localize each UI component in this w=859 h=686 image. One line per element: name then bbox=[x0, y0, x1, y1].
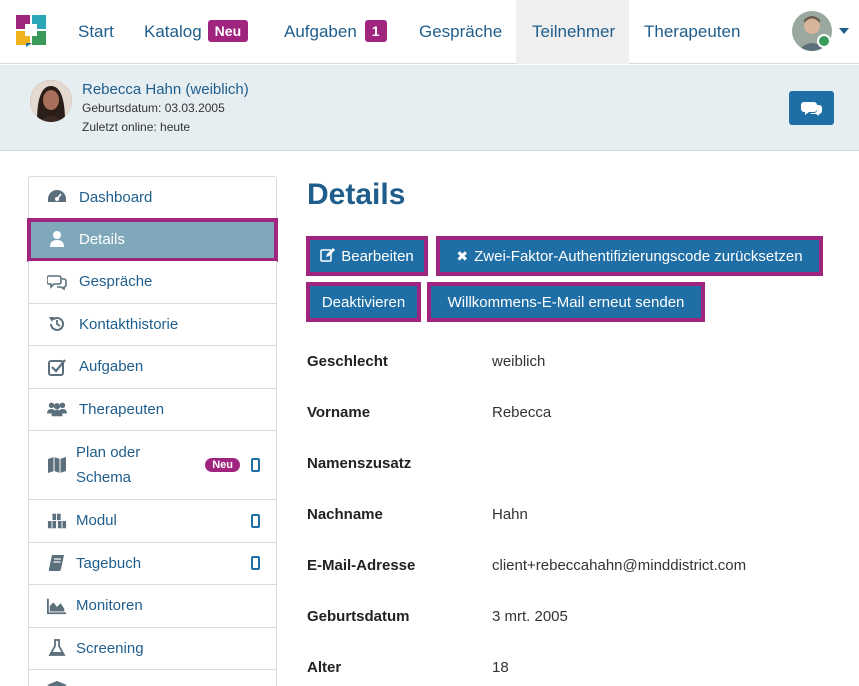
comments-icon bbox=[801, 102, 822, 116]
app-logo[interactable] bbox=[16, 15, 46, 47]
patient-header: Rebecca Hahn (weiblich) Geburtsdatum: 03… bbox=[0, 65, 859, 151]
field-label-geschlecht: Geschlecht bbox=[307, 353, 388, 370]
user-icon bbox=[47, 229, 67, 249]
sidebar-item-modul[interactable]: Modul bbox=[28, 500, 277, 543]
sidebar-item-details[interactable]: Details bbox=[27, 217, 278, 262]
nav-therapeuten-label: Therapeuten bbox=[644, 22, 741, 41]
dashboard-icon bbox=[47, 187, 67, 207]
field-label-geburtsdatum: Geburtsdatum bbox=[307, 608, 410, 625]
book-icon bbox=[47, 553, 67, 573]
patient-avatar bbox=[30, 80, 72, 122]
nav-teilnehmer[interactable]: Teilnehmer bbox=[516, 0, 629, 64]
sidebar-item-screening[interactable]: Screening bbox=[28, 627, 277, 670]
field-value-nachname: Hahn bbox=[492, 506, 528, 523]
chat-button[interactable] bbox=[789, 91, 834, 125]
sidebar-item-label: Monitoren bbox=[76, 597, 143, 615]
sidebar-item-label: Aufgaben bbox=[79, 358, 144, 376]
sidebar-item-plan-oder-schema[interactable]: Plan oder Schema Neu bbox=[28, 431, 277, 500]
sidebar-item-aufgaben[interactable]: Aufgaben bbox=[28, 346, 277, 389]
field-value-geburtsdatum: 3 mrt. 2005 bbox=[492, 608, 568, 625]
sidebar-item-label: Gespräche bbox=[79, 273, 153, 291]
edit-icon bbox=[320, 247, 336, 265]
page-title: Details bbox=[307, 178, 406, 211]
field-label-vorname: Vorname bbox=[307, 404, 371, 421]
patient-avatar-image bbox=[30, 80, 72, 122]
close-icon: ✖ bbox=[456, 247, 469, 264]
online-status-icon bbox=[817, 34, 831, 48]
resend-welcome-email-button[interactable]: Willkommens-E-Mail erneut senden bbox=[427, 282, 705, 322]
sidebar-item-label: Tagebuch bbox=[76, 554, 142, 572]
sidebar-item-label: Details bbox=[79, 230, 125, 248]
nav-start-label: Start bbox=[78, 22, 114, 41]
field-label-email: E-Mail-Adresse bbox=[307, 557, 416, 574]
aufgaben-count-badge: 1 bbox=[364, 20, 387, 42]
map-icon bbox=[47, 455, 67, 475]
field-label-namenszusatz: Namenszusatz bbox=[307, 455, 412, 472]
top-navigation: Start Katalog Neu Aufgaben 1 Gespräche Tei… bbox=[0, 0, 859, 64]
patient-last-online: Zuletzt online: heute bbox=[82, 120, 191, 134]
sidebar-item-label-line2: Schema bbox=[76, 469, 132, 486]
mobile-icon bbox=[251, 458, 260, 472]
nav-aufgaben[interactable]: Aufgaben 1 bbox=[284, 0, 387, 64]
nav-katalog[interactable]: Katalog Neu bbox=[144, 0, 249, 64]
sidebar-item-monitoren[interactable]: Monitoren bbox=[28, 585, 277, 628]
sidebar-item-dashboard[interactable]: Dashboard bbox=[28, 176, 277, 219]
resend-welcome-email-button-label: Willkommens-E-Mail erneut senden bbox=[447, 293, 685, 311]
users-icon bbox=[47, 399, 67, 419]
sidebar-item-therapeuten[interactable]: Therapeuten bbox=[28, 388, 277, 431]
nav-katalog-label: Katalog bbox=[144, 22, 202, 41]
sidebar-item-partial[interactable] bbox=[28, 670, 277, 686]
sidebar-item-label: Plan oder Schema bbox=[76, 440, 140, 490]
nav-gespraeche[interactable]: Gespräche bbox=[419, 0, 502, 64]
field-label-nachname: Nachname bbox=[307, 506, 383, 523]
nav-therapeuten[interactable]: Therapeuten bbox=[644, 0, 740, 64]
reset-2fa-button[interactable]: ✖ Zwei-Faktor-Authentifizierungscode zur… bbox=[436, 236, 823, 276]
edit-button[interactable]: Bearbeiten bbox=[306, 236, 428, 276]
sidebar-item-label: Kontakthistorie bbox=[79, 315, 179, 333]
history-icon bbox=[47, 314, 67, 334]
patient-name[interactable]: Rebecca Hahn (weiblich) bbox=[82, 81, 249, 98]
field-value-alter: 18 bbox=[492, 659, 509, 676]
nav-start[interactable]: Start bbox=[78, 0, 114, 64]
sidebar-item-label: Modul bbox=[76, 512, 117, 530]
sidebar-item-gespraeche[interactable]: Gespräche bbox=[28, 261, 277, 304]
plan-new-badge: Neu bbox=[205, 458, 240, 472]
field-value-geschlecht: weiblich bbox=[492, 353, 546, 370]
field-value-email: client+rebeccahahn@minddistrict.com bbox=[492, 557, 747, 574]
sidebar-item-label: Screening bbox=[76, 639, 144, 657]
mobile-icon bbox=[251, 513, 260, 528]
field-value-vorname: Rebecca bbox=[492, 404, 552, 421]
reset-2fa-button-label: Zwei-Faktor-Authentifizierungscode zurüc… bbox=[474, 247, 803, 265]
sidebar-navigation: Dashboard Details Gespräche Kontakthisto… bbox=[27, 176, 278, 686]
nav-teilnehmer-label: Teilnehmer bbox=[532, 22, 616, 41]
sidebar-item-label-line1: Plan oder bbox=[76, 444, 141, 461]
nav-aufgaben-label: Aufgaben bbox=[284, 22, 357, 41]
sidebar-item-tagebuch[interactable]: Tagebuch bbox=[28, 542, 277, 585]
nav-gespraeche-label: Gespräche bbox=[419, 22, 503, 41]
area-chart-icon bbox=[47, 596, 67, 616]
cubes-icon bbox=[47, 511, 67, 531]
field-label-alter: Alter bbox=[307, 659, 342, 676]
comments-icon bbox=[47, 272, 67, 292]
mobile-icon bbox=[251, 556, 260, 571]
sidebar-item-label: Dashboard bbox=[79, 188, 153, 206]
check-square-icon bbox=[47, 357, 67, 377]
graduation-icon bbox=[47, 674, 67, 686]
edit-button-label: Bearbeiten bbox=[341, 247, 414, 265]
patient-birthdate: Geburtsdatum: 03.03.2005 bbox=[82, 101, 225, 115]
user-menu-chevron-down-icon[interactable] bbox=[839, 28, 849, 34]
katalog-new-badge: Neu bbox=[207, 20, 249, 42]
deactivate-button[interactable]: Deaktivieren bbox=[306, 282, 421, 322]
deactivate-button-label: Deaktivieren bbox=[321, 293, 406, 311]
flask-icon bbox=[47, 638, 67, 658]
sidebar-item-kontakthistorie[interactable]: Kontakthistorie bbox=[28, 303, 277, 346]
sidebar-item-label: Therapeuten bbox=[79, 400, 165, 418]
